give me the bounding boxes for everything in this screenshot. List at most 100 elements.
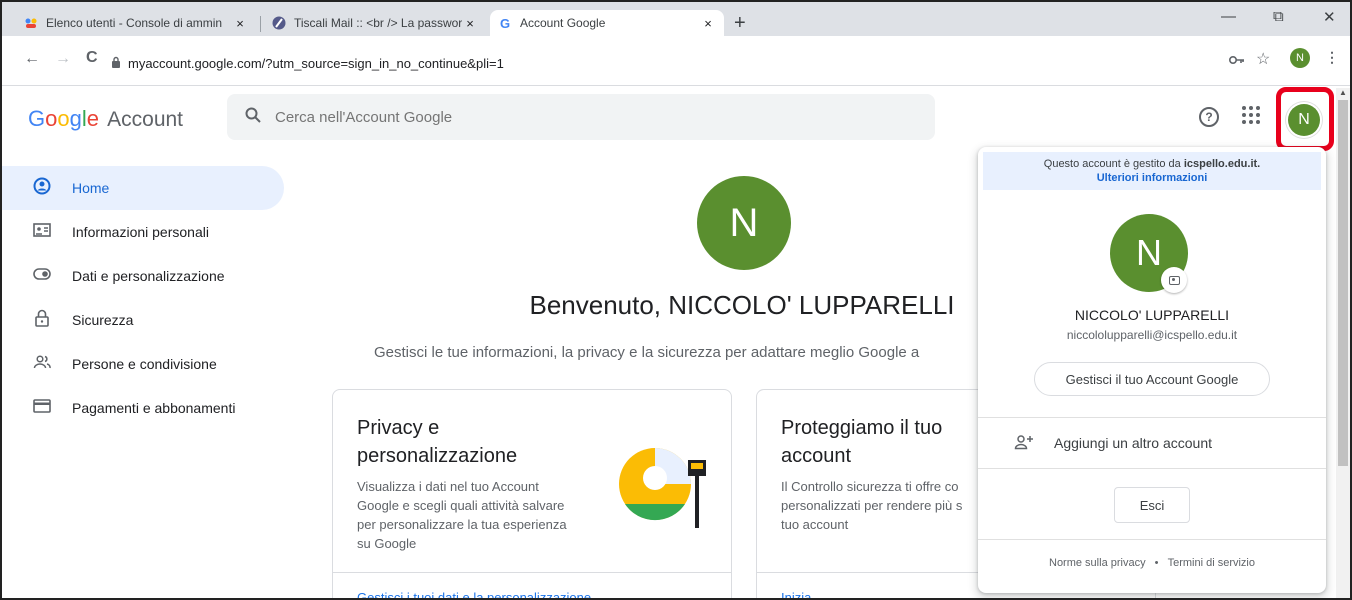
manage-data-link[interactable]: Gestisci i tuoi dati e la personalizzazi… [357, 590, 591, 598]
tab-account-google[interactable]: G Account Google × [490, 10, 724, 36]
card-body-line: per personalizzare la tua esperienza [357, 517, 567, 532]
card-title: Proteggiamo il tuo account [781, 414, 942, 470]
start-link[interactable]: Inizia [781, 590, 811, 598]
toggle-icon [32, 267, 52, 285]
popup-divider [978, 468, 1326, 469]
welcome-heading: Benvenuto, NICCOLO' LUPPARELLI [529, 290, 955, 320]
privacy-illustration-icon [615, 438, 715, 543]
card-body-line: personalizzati per rendere più s [781, 498, 963, 513]
main-avatar[interactable]: N [697, 176, 791, 270]
lock-icon [32, 309, 52, 332]
search-input[interactable] [275, 108, 875, 126]
google-g-icon: G [499, 15, 511, 31]
tab-title: Tiscali Mail :: <br /> La password [294, 16, 462, 30]
account-popup: Questo account è gestito da icspello.edu… [978, 147, 1326, 593]
logo-letter: g [69, 106, 82, 131]
profile-avatar[interactable]: N [1290, 48, 1310, 68]
scroll-thumb[interactable] [1338, 100, 1348, 466]
address-bar[interactable]: myaccount.google.com/?utm_source=sign_in… [128, 56, 504, 71]
admin-console-icon [24, 16, 38, 30]
card-divider [333, 572, 731, 573]
page-scrollbar[interactable]: ▲ [1336, 88, 1350, 598]
credit-card-icon [32, 398, 52, 418]
tiscali-icon [272, 16, 286, 30]
sidebar-item-label: Persone e condivisione [72, 356, 217, 372]
account-email: niccololupparelli@icspello.edu.it [1066, 328, 1238, 342]
sidebar-item-payments[interactable]: Pagamenti e abbonamenti [2, 386, 292, 430]
sidebar-item-people-sharing[interactable]: Persone e condivisione [2, 342, 292, 386]
close-icon[interactable]: × [232, 16, 248, 31]
sidebar-item-label: Pagamenti e abbonamenti [72, 400, 236, 416]
tab-admin-console[interactable]: Elenco utenti - Console di ammin × [16, 10, 256, 36]
sidebar-nav: Home Informazioni personali Dati e perso… [2, 166, 292, 430]
scroll-up-icon[interactable]: ▲ [1339, 88, 1347, 97]
search-icon [245, 107, 261, 128]
tab-title: Elenco utenti - Console di ammin [46, 16, 223, 30]
minimize-icon[interactable]: — [1221, 8, 1236, 25]
terms-link[interactable]: Termini di servizio [1168, 557, 1255, 569]
lock-icon [111, 56, 121, 71]
sidebar-item-data-personalization[interactable]: Dati e personalizzazione [2, 254, 292, 298]
sidebar-item-home[interactable]: Home [2, 166, 284, 210]
manage-account-button[interactable]: Gestisci il tuo Account Google [1034, 362, 1270, 396]
logo-suffix: Account [107, 108, 184, 131]
privacy-card: Privacy e personalizzazione Visualizza i… [332, 389, 732, 598]
sidebar-item-personal-info[interactable]: Informazioni personali [2, 210, 292, 254]
reload-icon[interactable]: C [86, 49, 98, 67]
card-body-line: Visualizza i dati nel tuo Account [357, 479, 539, 494]
popup-footer: Norme sulla privacy • Termini di servizi… [978, 557, 1326, 569]
close-icon[interactable]: × [462, 16, 478, 31]
logo-letter: o [45, 106, 58, 131]
browser-toolbar: ← → C myaccount.google.com/?utm_source=s… [2, 36, 1350, 86]
add-person-icon [1014, 434, 1034, 453]
card-title: Privacy e personalizzazione [357, 414, 517, 470]
back-icon[interactable]: ← [24, 50, 40, 68]
new-tab-button[interactable]: + [734, 12, 746, 35]
card-body: Il Controllo sicurezza ti offre co perso… [781, 477, 962, 534]
window-close-icon[interactable]: ✕ [1323, 8, 1336, 26]
popup-divider [978, 539, 1326, 540]
menu-dots-icon[interactable]: ⋮ [1325, 49, 1339, 66]
camera-icon[interactable] [1161, 267, 1187, 293]
bookmark-star-icon[interactable]: ☆ [1256, 49, 1270, 69]
sidebar-item-label: Home [72, 180, 110, 196]
id-card-icon [32, 222, 52, 243]
account-header: Google Account ? [2, 86, 1350, 150]
forward-icon[interactable]: → [55, 50, 71, 68]
help-icon[interactable]: ? [1199, 107, 1219, 127]
google-account-logo[interactable]: Google Account [28, 106, 183, 132]
restore-icon[interactable]: ⧉ [1273, 8, 1284, 25]
privacy-policy-link[interactable]: Norme sulla privacy [1049, 557, 1146, 569]
tab-title: Account Google [520, 16, 606, 30]
tab-tiscali-mail[interactable]: Tiscali Mail :: <br /> La password × [264, 10, 486, 36]
close-icon[interactable]: × [700, 16, 716, 31]
add-account-button[interactable]: Aggiungi un altro account [978, 418, 1326, 468]
logo-letter: G [28, 106, 46, 131]
account-avatar-button[interactable]: N [1288, 104, 1320, 136]
account-name: NICCOLO' LUPPARELLI [1074, 307, 1230, 323]
logo-letter: o [57, 106, 70, 131]
card-body-line: Google e scegli quali attività salvare [357, 498, 565, 513]
card-title-line: Proteggiamo il tuo [781, 417, 943, 439]
apps-grid-icon[interactable] [1242, 106, 1260, 124]
more-info-link[interactable]: Ulteriori informazioni [1097, 172, 1208, 184]
card-title-line: account [781, 445, 852, 467]
card-body-line: Il Controllo sicurezza ti offre co [781, 479, 959, 494]
card-body-line: tuo account [781, 517, 849, 532]
card-body: Visualizza i dati nel tuo Account Google… [357, 477, 567, 553]
key-icon[interactable] [1228, 52, 1245, 68]
card-title-line: personalizzazione [357, 445, 518, 467]
sign-out-button[interactable]: Esci [1114, 487, 1190, 523]
sidebar-item-label: Sicurezza [72, 312, 134, 328]
welcome-subtitle: Gestisci le tue informazioni, la privacy… [374, 344, 920, 361]
add-account-label: Aggiungi un altro account [1054, 435, 1212, 451]
logo-letter: e [86, 106, 100, 131]
tab-separator [260, 16, 261, 32]
browser-window: Elenco utenti - Console di ammin × Tisca… [0, 0, 1352, 600]
home-icon [32, 177, 52, 200]
card-body-line: su Google [357, 536, 417, 551]
banner-text: Questo account è gestito da [1043, 158, 1181, 170]
people-icon [32, 354, 52, 375]
sidebar-item-security[interactable]: Sicurezza [2, 298, 292, 342]
account-search[interactable] [227, 94, 935, 140]
